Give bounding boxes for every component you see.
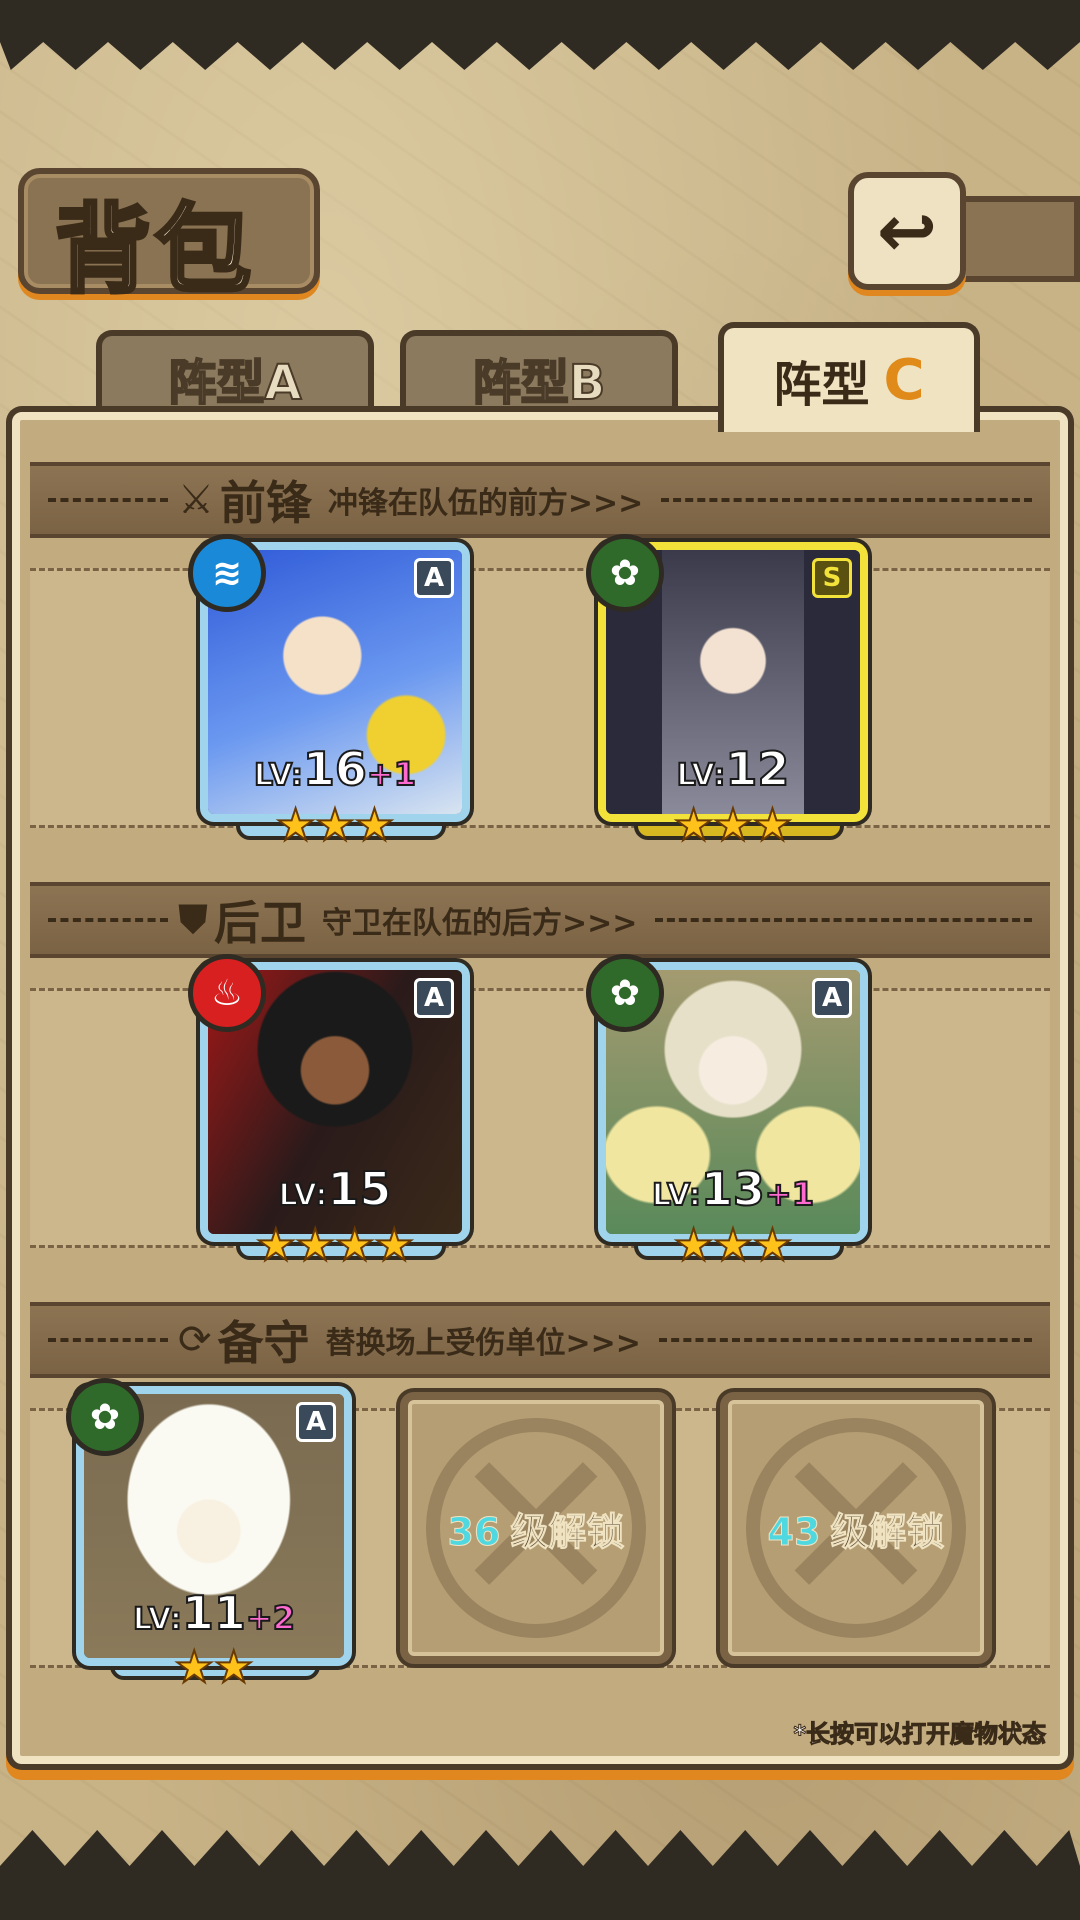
rank-badge: A [296,1402,336,1442]
locked-slot[interactable]: ✕ 36 级解锁 [400,1392,672,1664]
return-icon: ↩ [876,189,938,273]
rank-badge: A [812,978,852,1018]
locked-slot[interactable]: ✕ 43 级解锁 [720,1392,992,1664]
row-band [30,568,1050,828]
page-title: 背包 [53,191,255,308]
tab-letter: C [883,347,925,413]
star-rating: ★★ [174,1641,255,1694]
level-label: LV:16+1 [253,741,417,797]
divider [661,498,1032,502]
level-label: LV:11+2 [132,1585,296,1641]
star-rating: ★★★ [673,799,793,852]
divider [658,1338,1032,1342]
water-element-icon: ≋ [188,534,266,612]
swap-icon: ⟳ [178,1317,212,1363]
level-label: LV:12 [676,741,791,797]
tab-label: 阵型A [167,354,302,412]
section-desc: 冲锋在队伍的前方>>> [327,486,644,521]
level-label: LV:13+1 [651,1161,815,1217]
star-rating: ★★★ [673,1219,793,1272]
shield-icon: ⛊ [178,897,208,943]
rank-badge: A [414,978,454,1018]
section-desc: 替换场上受伤单位>>> [325,1326,641,1361]
row-band [30,988,1050,1248]
level-label: LV:15 [278,1161,393,1217]
section-back-header: ⛊ 后卫 守卫在队伍的后方>>> [30,882,1050,958]
section-title: 备守 [217,1316,310,1370]
long-press-hint: *长按可以打开魔物状态 [793,1720,1047,1749]
unlock-requirement: 43 级解锁 [767,1509,945,1554]
rank-badge: A [414,558,454,598]
nature-element-icon: ✿ [66,1378,144,1456]
section-front-header: ⚔ 前锋 冲锋在队伍的前方>>> [30,462,1050,538]
tab-label: 阵型 [773,357,870,413]
back-button[interactable]: ↩ [848,172,966,290]
nature-element-icon: ✿ [586,954,664,1032]
divider [48,1338,168,1342]
section-title: 后卫 [214,896,306,950]
divider [48,498,168,502]
rank-badge: S [812,558,852,598]
section-title: 前锋 [219,476,312,530]
divider [48,918,168,922]
nature-element-icon: ✿ [586,534,664,612]
unlock-requirement: 36 级解锁 [447,1509,625,1554]
divider [655,918,1032,922]
tab-label: 阵型B [472,354,607,412]
fire-element-icon: ♨ [188,954,266,1032]
back-button-bar [960,196,1080,282]
section-reserve-header: ⟳ 备守 替换场上受伤单位>>> [30,1302,1050,1378]
tab-formation-a[interactable]: 阵型A [96,330,374,420]
tab-formation-b[interactable]: 阵型B [400,330,678,420]
tab-formation-c[interactable]: 阵型 C [718,322,980,432]
section-desc: 守卫在队伍的后方>>> [322,906,638,941]
star-rating: ★★★★ [255,1219,415,1272]
star-rating: ★★★ [275,799,395,852]
sword-icon: ⚔ [178,477,214,523]
